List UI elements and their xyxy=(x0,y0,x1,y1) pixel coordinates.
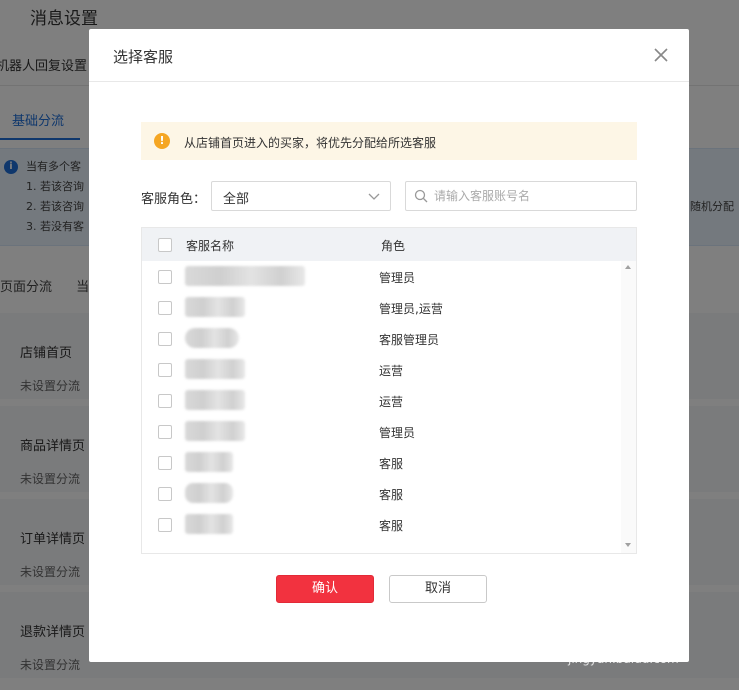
notice-text: 从店铺首页进入的买家，将优先分配给所选客服 xyxy=(184,136,437,150)
table-row[interactable]: 客服 xyxy=(142,509,622,540)
agent-role: 客服 xyxy=(379,519,404,533)
column-header-name: 客服名称 xyxy=(186,239,235,253)
table-body: 管理员 管理员,运营 客服管理员 运营 运营 管理员 客服 客服 客服 xyxy=(142,261,636,553)
role-select[interactable]: 全部 xyxy=(211,181,391,211)
column-header-role: 角色 xyxy=(381,239,406,253)
role-filter-label: 客服角色： xyxy=(141,192,207,207)
dialog-title: 选择客服 xyxy=(113,48,174,66)
warning-icon: ! xyxy=(154,133,170,149)
agent-name-redacted xyxy=(185,421,245,441)
dialog-header: 选择客服 xyxy=(89,29,689,82)
agent-role: 运营 xyxy=(379,395,404,409)
agent-search-input[interactable] xyxy=(434,186,630,206)
search-box xyxy=(405,181,637,211)
agent-role: 管理员 xyxy=(379,426,416,440)
select-agent-dialog: 选择客服 ! 从店铺首页进入的买家，将优先分配给所选客服 客服角色： 全部 客服… xyxy=(89,29,689,662)
agent-name-redacted xyxy=(185,452,233,472)
cancel-button[interactable]: 取消 xyxy=(389,575,487,603)
table-row[interactable]: 管理员 xyxy=(142,416,622,447)
table-scrollbar[interactable] xyxy=(621,261,636,553)
row-checkbox[interactable] xyxy=(158,394,172,408)
agent-role: 管理员,运营 xyxy=(379,302,443,316)
table-row[interactable]: 客服管理员 xyxy=(142,323,622,354)
agent-role: 客服 xyxy=(379,488,404,502)
table-row[interactable]: 客服 xyxy=(142,447,622,478)
confirm-button[interactable]: 确认 xyxy=(276,575,374,603)
agent-name-redacted xyxy=(185,328,239,348)
notice-banner: ! 从店铺首页进入的买家，将优先分配给所选客服 xyxy=(141,122,637,160)
row-checkbox[interactable] xyxy=(158,487,172,501)
watermark-url: jingyan.baidu.com xyxy=(568,652,679,666)
baidu-jingyan-watermark: Bai 经验 jingyan.baidu.com xyxy=(565,612,679,666)
row-checkbox[interactable] xyxy=(158,518,172,532)
agent-role: 客服 xyxy=(379,457,404,471)
agent-name-redacted xyxy=(185,514,233,534)
search-icon xyxy=(414,189,428,206)
agent-role: 管理员 xyxy=(379,271,416,285)
agent-name-redacted xyxy=(185,359,245,379)
select-all-checkbox[interactable] xyxy=(158,238,172,252)
table-header: 客服名称 角色 xyxy=(142,228,636,261)
table-row[interactable]: 管理员,运营 xyxy=(142,292,622,323)
agent-role: 运营 xyxy=(379,364,404,378)
row-checkbox[interactable] xyxy=(158,270,172,284)
row-checkbox[interactable] xyxy=(158,301,172,315)
row-checkbox[interactable] xyxy=(158,425,172,439)
scroll-down-arrow-icon[interactable] xyxy=(625,543,631,547)
agent-role: 客服管理员 xyxy=(379,333,440,347)
agent-name-redacted xyxy=(185,266,305,286)
table-row[interactable]: 管理员 xyxy=(142,261,622,292)
chevron-down-icon xyxy=(368,191,380,205)
watermark-logo-text: Bai 经验 xyxy=(565,618,667,648)
row-checkbox[interactable] xyxy=(158,456,172,470)
agent-name-redacted xyxy=(185,390,245,410)
agent-name-redacted xyxy=(185,297,245,317)
agent-name-redacted xyxy=(185,483,233,503)
table-row[interactable]: 运营 xyxy=(142,385,622,416)
row-checkbox[interactable] xyxy=(158,363,172,377)
close-icon[interactable] xyxy=(651,45,671,65)
table-row[interactable]: 客服 xyxy=(142,478,622,509)
table-row[interactable]: 运营 xyxy=(142,354,622,385)
role-select-value: 全部 xyxy=(223,192,250,207)
agent-table: 客服名称 角色 管理员 管理员,运营 客服管理员 运营 运营 管理员 客服 客服… xyxy=(141,227,637,554)
scroll-up-arrow-icon[interactable] xyxy=(625,265,631,269)
row-checkbox[interactable] xyxy=(158,332,172,346)
